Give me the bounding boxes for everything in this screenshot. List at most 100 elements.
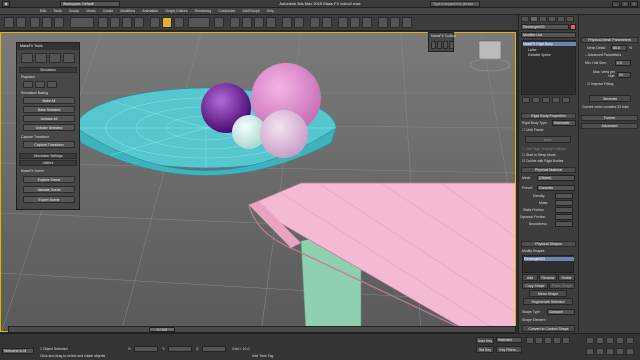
move-icon[interactable] xyxy=(150,17,160,28)
physical-material-rollout[interactable]: Physical Material xyxy=(521,167,576,173)
graphite-ribbon-icon[interactable] xyxy=(322,17,332,28)
key-filters-button[interactable]: Key Filters... xyxy=(496,346,522,353)
rigid-body-icon[interactable] xyxy=(437,41,442,49)
add-time-tag-button[interactable]: Add Time Tag xyxy=(252,354,273,358)
rigid-body-properties-rollout[interactable]: Rigid Body Properties xyxy=(521,113,576,119)
percent-snap-icon[interactable] xyxy=(254,17,264,28)
bind-spacewarp-icon[interactable] xyxy=(54,17,64,28)
select-by-name-icon[interactable] xyxy=(110,17,120,28)
select-object-icon[interactable] xyxy=(98,17,108,28)
copy-shape-button[interactable]: Copy Shape xyxy=(522,282,548,289)
snap-toggle-icon[interactable] xyxy=(230,17,240,28)
play-icon[interactable] xyxy=(544,337,552,344)
maximize-icon[interactable]: □ xyxy=(621,1,629,7)
walk-through-icon[interactable] xyxy=(596,348,604,355)
physical-shapes-rollout[interactable]: Physical Shapes xyxy=(521,241,576,247)
align-icon[interactable] xyxy=(294,17,304,28)
simulation-settings-rollout[interactable]: Simulation Settings xyxy=(19,153,77,159)
render-setup-icon[interactable] xyxy=(378,17,388,28)
scale-icon[interactable] xyxy=(174,17,184,28)
configure-sets-icon[interactable] xyxy=(562,97,570,103)
edit-tab-icon[interactable] xyxy=(49,53,61,63)
bake-selected-button[interactable]: Bake Selected xyxy=(23,106,75,113)
bake-all-button[interactable]: Bake All xyxy=(23,97,75,104)
rename-shape-button[interactable]: Rename xyxy=(539,274,557,281)
pin-stack-icon[interactable] xyxy=(522,97,530,103)
field-of-view-icon[interactable] xyxy=(586,348,594,355)
set-key-button[interactable]: Set Key xyxy=(476,346,494,353)
mirror-icon[interactable] xyxy=(282,17,292,28)
menu-help[interactable]: Help xyxy=(267,8,274,15)
massfx-tools-icon[interactable] xyxy=(431,41,436,49)
hierarchy-tab-icon[interactable] xyxy=(539,16,547,22)
cloth-icon[interactable] xyxy=(443,41,448,49)
until-frame-checkbox[interactable]: ☐ Until Frame xyxy=(522,128,544,132)
menu-animation[interactable]: Animation xyxy=(142,8,158,15)
mesh-dropdown[interactable]: (Object) xyxy=(537,175,575,181)
reset-sim-icon[interactable] xyxy=(23,81,33,88)
paste-shape-button[interactable]: Paste Shape xyxy=(549,282,575,289)
stack-item[interactable]: MassFX Rigid Body xyxy=(523,42,576,46)
next-frame-icon[interactable] xyxy=(553,337,561,344)
rendered-frame-icon[interactable] xyxy=(390,17,400,28)
menu-modifiers[interactable]: Modifiers xyxy=(121,8,136,15)
rect-selection-icon[interactable] xyxy=(122,17,132,28)
start-sleep-checkbox[interactable]: ☐ Start in Sleep Mode xyxy=(522,153,556,157)
layer-manager-icon[interactable] xyxy=(310,17,320,28)
key-mode-dropdown[interactable]: Selected xyxy=(496,337,522,343)
unbake-selected-button[interactable]: Unbake Selected xyxy=(23,124,75,131)
y-coord-field[interactable] xyxy=(168,346,192,352)
utilities-tab-icon[interactable] xyxy=(566,16,574,22)
object-name-field[interactable]: Rectangle003 xyxy=(521,24,569,30)
link-icon[interactable] xyxy=(30,17,40,28)
auto-key-button[interactable]: Auto Key xyxy=(476,337,494,344)
modify-tab-icon[interactable] xyxy=(530,16,538,22)
generate-button[interactable]: Generate xyxy=(589,95,631,102)
redo-icon[interactable] xyxy=(16,17,26,28)
modifier-list-dropdown[interactable]: Modifier List xyxy=(521,32,576,38)
time-slider-thumb[interactable]: 0 / 100 xyxy=(149,327,175,332)
mirror-shape-button[interactable]: Mirror Shape xyxy=(529,290,567,297)
selection-filter-dropdown[interactable] xyxy=(70,17,94,28)
undo-icon[interactable] xyxy=(4,17,14,28)
add-shape-button[interactable]: Add xyxy=(522,274,538,281)
make-unique-icon[interactable] xyxy=(542,97,550,103)
reference-coord-dropdown[interactable] xyxy=(188,17,210,28)
pan-icon[interactable] xyxy=(616,337,624,344)
search-input[interactable]: Type a keyword or phrase xyxy=(430,1,480,7)
window-crossing-icon[interactable] xyxy=(134,17,144,28)
validate-scene-button[interactable]: Validate Scene xyxy=(23,186,75,193)
unlink-icon[interactable] xyxy=(42,17,52,28)
unbake-all-button[interactable]: Unbake All xyxy=(23,115,75,122)
shape-list-item[interactable]: Rectangle003 xyxy=(524,257,574,261)
simulate-icon[interactable] xyxy=(449,41,454,49)
motion-tab-icon[interactable] xyxy=(548,16,556,22)
remove-modifier-icon[interactable] xyxy=(552,97,560,103)
forces-rollout[interactable]: Forces xyxy=(581,115,638,121)
advanced-params-toggle[interactable]: – Advanced Parameters xyxy=(585,53,621,57)
zoom-all-icon[interactable] xyxy=(596,337,604,344)
regenerate-selected-button[interactable]: Regenerate Selected xyxy=(523,298,573,305)
static-friction-spinner[interactable] xyxy=(555,207,573,213)
min-hull-size-spinner[interactable]: 0.0 xyxy=(615,60,631,66)
menu-rendering[interactable]: Rendering xyxy=(195,8,212,15)
density-spinner[interactable] xyxy=(555,193,573,199)
rigid-body-type-dropdown[interactable]: Kinematic xyxy=(552,120,576,126)
truck-camera-icon[interactable] xyxy=(606,348,614,355)
capture-transform-button[interactable]: Capture Transform xyxy=(23,141,75,148)
mesh-detail-spinner[interactable]: 80.0 xyxy=(611,45,627,51)
create-tab-icon[interactable] xyxy=(521,16,529,22)
bounciness-spinner[interactable] xyxy=(555,221,573,227)
delete-shape-button[interactable]: Delete xyxy=(558,274,575,281)
bake-button[interactable]: Bake xyxy=(525,136,571,143)
orbit-icon[interactable] xyxy=(626,337,634,344)
render-production-icon[interactable] xyxy=(402,17,412,28)
maximize-viewport-icon[interactable] xyxy=(626,348,634,355)
spinner-snap-icon[interactable] xyxy=(266,17,276,28)
shape-type-dropdown[interactable]: Concave xyxy=(547,309,575,315)
max-verts-spinner[interactable]: 24 xyxy=(617,72,631,78)
curve-editor-icon[interactable] xyxy=(338,17,348,28)
world-params-tab-icon[interactable] xyxy=(21,53,33,63)
physical-mesh-params-rollout[interactable]: Physical Mesh Parameters xyxy=(581,37,638,43)
roll-camera-icon[interactable] xyxy=(616,348,624,355)
